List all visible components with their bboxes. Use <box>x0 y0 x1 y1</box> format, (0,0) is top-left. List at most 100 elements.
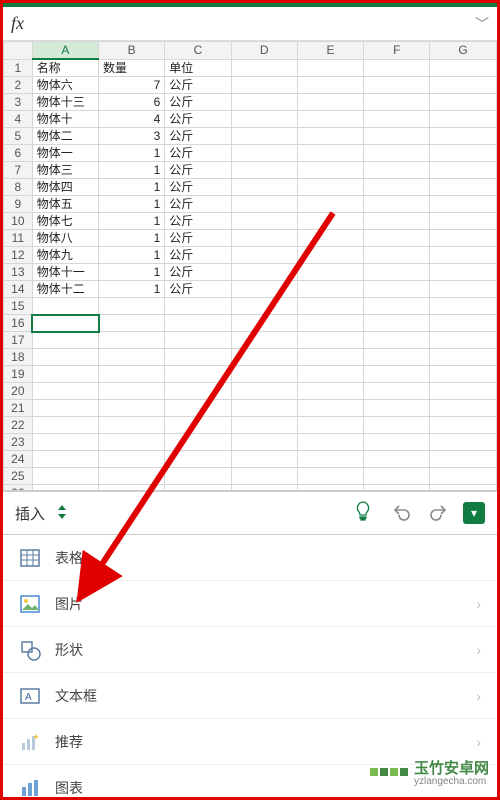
cell-F12[interactable] <box>364 247 430 264</box>
row-header-15[interactable]: 15 <box>4 298 33 315</box>
col-header-C[interactable]: C <box>165 42 231 60</box>
cell-H6[interactable] <box>496 145 497 162</box>
cell-A7[interactable]: 物体三 <box>32 162 98 179</box>
cell-F21[interactable] <box>364 400 430 417</box>
cell-A6[interactable]: 物体一 <box>32 145 98 162</box>
cell-H3[interactable] <box>496 94 497 111</box>
cell-G2[interactable] <box>430 77 496 94</box>
cell-F11[interactable] <box>364 230 430 247</box>
cell-H22[interactable] <box>496 417 497 434</box>
cell-G26[interactable] <box>430 485 496 492</box>
cell-D20[interactable] <box>231 383 297 400</box>
cell-C4[interactable]: 公斤 <box>165 111 231 128</box>
col-header-F[interactable]: F <box>364 42 430 60</box>
cell-C13[interactable]: 公斤 <box>165 264 231 281</box>
cell-B12[interactable]: 1 <box>99 247 165 264</box>
cell-B20[interactable] <box>99 383 165 400</box>
cell-D24[interactable] <box>231 451 297 468</box>
cell-D7[interactable] <box>231 162 297 179</box>
cell-A17[interactable] <box>32 332 98 349</box>
cell-B1[interactable]: 数量 <box>99 59 165 77</box>
menu-item-picture[interactable]: 图片 › <box>3 581 497 627</box>
cell-A2[interactable]: 物体六 <box>32 77 98 94</box>
cell-F15[interactable] <box>364 298 430 315</box>
row-header-20[interactable]: 20 <box>4 383 33 400</box>
cell-H4[interactable] <box>496 111 497 128</box>
cell-B23[interactable] <box>99 434 165 451</box>
cell-D11[interactable] <box>231 230 297 247</box>
cell-F20[interactable] <box>364 383 430 400</box>
cell-A3[interactable]: 物体十三 <box>32 94 98 111</box>
cell-H11[interactable] <box>496 230 497 247</box>
cell-H8[interactable] <box>496 179 497 196</box>
menu-item-recom[interactable]: 推荐 › <box>3 719 497 765</box>
cell-F8[interactable] <box>364 179 430 196</box>
cell-C2[interactable]: 公斤 <box>165 77 231 94</box>
cell-G22[interactable] <box>430 417 496 434</box>
cell-E17[interactable] <box>297 332 363 349</box>
cell-G8[interactable] <box>430 179 496 196</box>
row-header-9[interactable]: 9 <box>4 196 33 213</box>
cell-F19[interactable] <box>364 366 430 383</box>
row-header-16[interactable]: 16 <box>4 315 33 332</box>
cell-H15[interactable] <box>496 298 497 315</box>
menu-item-shapes[interactable]: 形状 › <box>3 627 497 673</box>
cell-C12[interactable]: 公斤 <box>165 247 231 264</box>
cell-H10[interactable] <box>496 213 497 230</box>
row-header-14[interactable]: 14 <box>4 281 33 298</box>
cell-A20[interactable] <box>32 383 98 400</box>
cell-A19[interactable] <box>32 366 98 383</box>
cell-B9[interactable]: 1 <box>99 196 165 213</box>
cell-H2[interactable] <box>496 77 497 94</box>
cell-G17[interactable] <box>430 332 496 349</box>
cell-F2[interactable] <box>364 77 430 94</box>
cell-D14[interactable] <box>231 281 297 298</box>
cell-C20[interactable] <box>165 383 231 400</box>
cell-E4[interactable] <box>297 111 363 128</box>
cell-A14[interactable]: 物体十二 <box>32 281 98 298</box>
spreadsheet-grid[interactable]: ABCDEFGH1名称数量单位2物体六7公斤3物体十三6公斤4物体十4公斤5物体… <box>3 41 497 491</box>
undo-icon[interactable] <box>387 501 415 526</box>
cell-D25[interactable] <box>231 468 297 485</box>
row-header-13[interactable]: 13 <box>4 264 33 281</box>
cell-G3[interactable] <box>430 94 496 111</box>
cell-C8[interactable]: 公斤 <box>165 179 231 196</box>
cell-F4[interactable] <box>364 111 430 128</box>
cell-B6[interactable]: 1 <box>99 145 165 162</box>
cell-D4[interactable] <box>231 111 297 128</box>
cell-C21[interactable] <box>165 400 231 417</box>
cell-B16[interactable] <box>99 315 165 332</box>
col-header-H[interactable]: H <box>496 42 497 60</box>
cell-E5[interactable] <box>297 128 363 145</box>
cell-A26[interactable] <box>32 485 98 492</box>
cell-B13[interactable]: 1 <box>99 264 165 281</box>
cell-C15[interactable] <box>165 298 231 315</box>
cell-A16[interactable] <box>32 315 98 332</box>
cell-B18[interactable] <box>99 349 165 366</box>
cell-D8[interactable] <box>231 179 297 196</box>
cell-B19[interactable] <box>99 366 165 383</box>
cell-A10[interactable]: 物体七 <box>32 213 98 230</box>
cell-G13[interactable] <box>430 264 496 281</box>
cell-D19[interactable] <box>231 366 297 383</box>
cell-D18[interactable] <box>231 349 297 366</box>
row-header-3[interactable]: 3 <box>4 94 33 111</box>
cell-E6[interactable] <box>297 145 363 162</box>
cell-E26[interactable] <box>297 485 363 492</box>
ribbon-title[interactable]: 插入 <box>15 503 45 524</box>
cell-B17[interactable] <box>99 332 165 349</box>
cell-G10[interactable] <box>430 213 496 230</box>
row-header-17[interactable]: 17 <box>4 332 33 349</box>
cell-D12[interactable] <box>231 247 297 264</box>
cell-B11[interactable]: 1 <box>99 230 165 247</box>
col-header-A[interactable]: A <box>32 42 98 60</box>
cell-G15[interactable] <box>430 298 496 315</box>
cell-B4[interactable]: 4 <box>99 111 165 128</box>
cell-H17[interactable] <box>496 332 497 349</box>
cell-F1[interactable] <box>364 59 430 77</box>
cell-G9[interactable] <box>430 196 496 213</box>
cell-C9[interactable]: 公斤 <box>165 196 231 213</box>
cell-D15[interactable] <box>231 298 297 315</box>
row-header-23[interactable]: 23 <box>4 434 33 451</box>
row-header-26[interactable]: 26 <box>4 485 33 492</box>
